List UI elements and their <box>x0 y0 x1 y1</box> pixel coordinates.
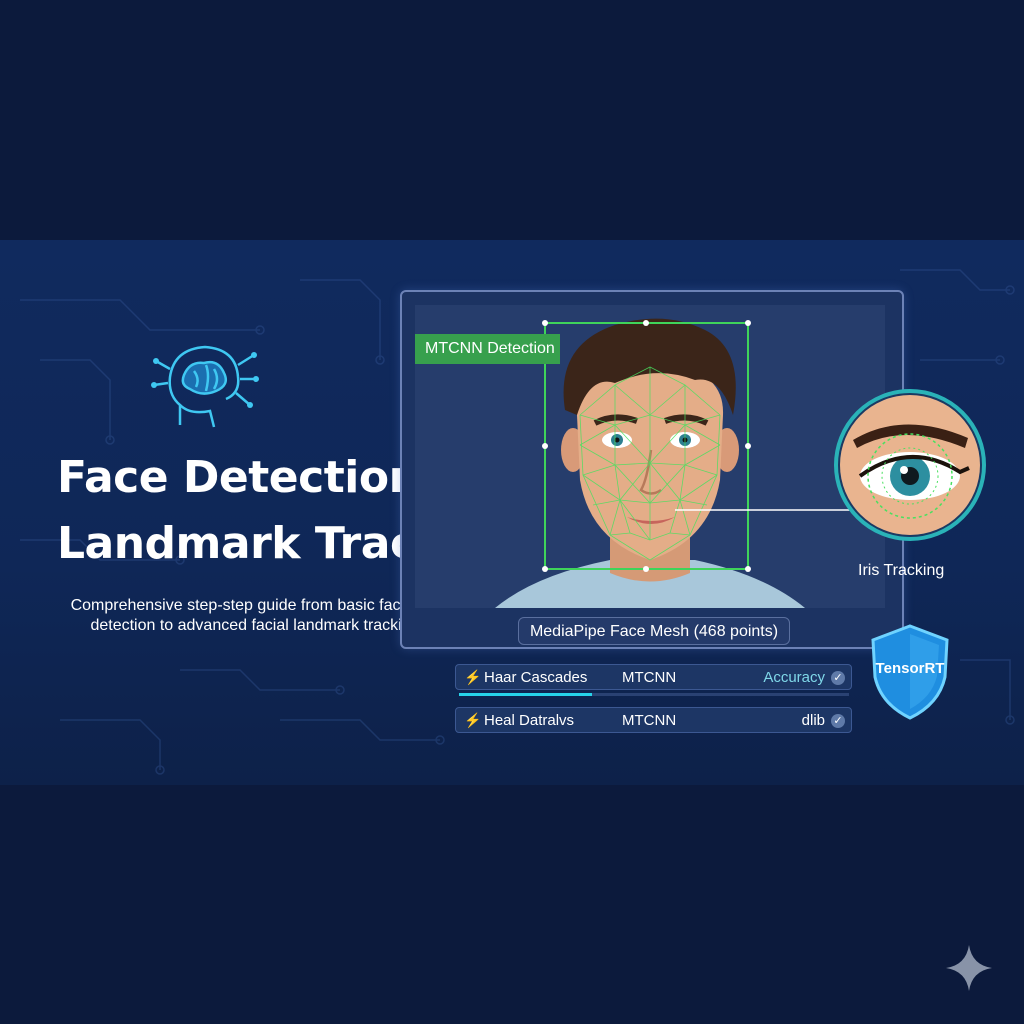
subtitle-line-1: Comprehensive step-step guide from basic… <box>70 597 410 614</box>
table-row[interactable]: ⚡ Haar Cascades MTCNN Accuracy ✓ <box>455 664 852 690</box>
row-col1: Haar Cascades <box>484 669 588 686</box>
table-row[interactable]: ⚡ Heal Datralvs MTCNN dlib ✓ <box>455 707 852 733</box>
detection-label: MTCNN Detection <box>415 334 560 364</box>
row-col2: MTCNN <box>622 712 677 729</box>
bolt-icon: ⚡ <box>464 669 482 685</box>
row-col3-wrap: Accuracy ✓ <box>763 669 845 686</box>
progress-fill <box>459 693 592 696</box>
row-col1: Heal Datralvs <box>484 712 575 729</box>
brain-head-icon <box>151 345 259 428</box>
bolt-icon: ⚡ <box>464 712 482 728</box>
check-icon: ✓ <box>831 671 845 685</box>
row-col3: dlib <box>801 712 825 729</box>
shield-label: TensorRT <box>875 660 945 677</box>
iris-tracking-label: Iris Tracking <box>858 562 945 579</box>
row-col3: Accuracy <box>763 669 825 686</box>
face-mesh-label: MediaPipe Face Mesh (468 points) <box>518 617 790 645</box>
sparkle-icon <box>946 945 992 991</box>
progress-bar <box>459 693 849 696</box>
subtitle-line-2: detection to advanced facial landmark tr… <box>90 617 420 634</box>
check-icon: ✓ <box>831 714 845 728</box>
row-col2: MTCNN <box>622 669 677 686</box>
subtitle: Comprehensive step-step guide from basic… <box>30 596 450 636</box>
row-col3-wrap: dlib ✓ <box>802 712 845 729</box>
iris-zoom-circle <box>834 389 986 541</box>
